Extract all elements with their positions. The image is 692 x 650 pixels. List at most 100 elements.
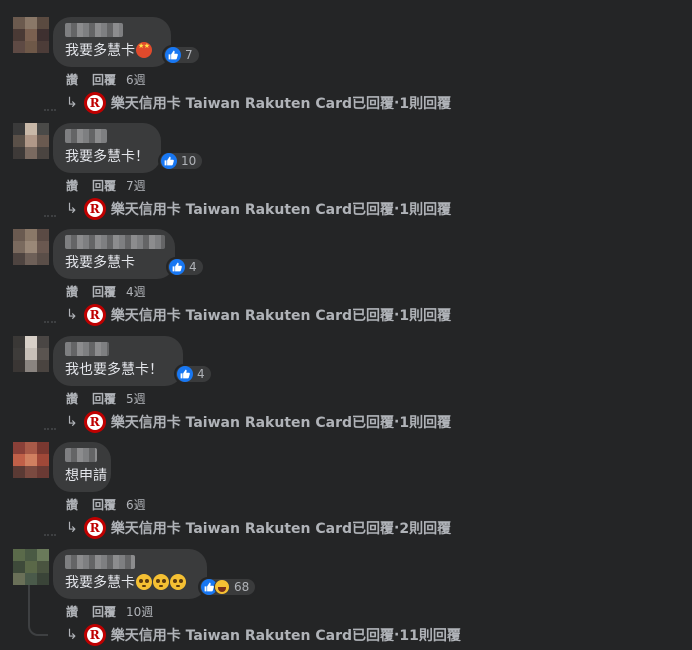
thread-connector xyxy=(44,428,56,430)
reply-button[interactable]: 回覆 xyxy=(92,283,116,300)
reply-button[interactable]: 回覆 xyxy=(92,496,116,513)
comment-text-body: 我要多慧卡 xyxy=(65,255,135,271)
reaction-count: 7 xyxy=(185,48,193,62)
comment-text-body: 我要多慧卡！ xyxy=(65,149,149,165)
view-replies-link[interactable]: ↳ R 樂天信用卡 Taiwan Rakuten Card 已回覆 · 11則回覆 xyxy=(66,623,461,647)
like-reaction-icon xyxy=(161,153,177,169)
commenter-name-blurred[interactable] xyxy=(65,23,123,37)
comment-actions: 讚回覆 7週 xyxy=(66,177,146,194)
like-button[interactable]: 讚 xyxy=(66,177,78,194)
comment-actions: 讚回覆 4週 xyxy=(66,283,146,300)
comment-text: 我要多慧卡 xyxy=(65,254,163,272)
view-replies-link[interactable]: ↳ R 樂天信用卡 Taiwan Rakuten Card 已回覆 · 1則回覆 xyxy=(66,197,451,221)
comment-item: 我要多慧卡 68 讚回覆 10週 ↳ R 樂天信用卡 Taiwan Rakuten Card… xyxy=(0,549,692,650)
reply-count: 1則回覆 xyxy=(399,415,452,431)
avatar[interactable] xyxy=(13,442,49,478)
reply-arrow-icon: ↳ xyxy=(66,414,78,430)
comment-actions: 讚回覆 6週 xyxy=(66,71,146,88)
rakuten-card-avatar-icon: R xyxy=(83,198,106,220)
comment-text: 我要多慧卡 xyxy=(65,574,195,592)
comment-actions: 讚回覆 10週 xyxy=(66,603,153,620)
pleading-face-emoji-icon xyxy=(153,574,169,590)
comment-text-body: 我要多慧卡 xyxy=(65,575,135,591)
avatar[interactable] xyxy=(13,549,49,585)
rakuten-card-avatar-icon: R xyxy=(83,304,106,326)
reaction-summary[interactable]: 4 xyxy=(166,257,205,277)
avatar[interactable] xyxy=(13,229,49,265)
like-button[interactable]: 讚 xyxy=(66,71,78,88)
view-replies-link[interactable]: ↳ R 樂天信用卡 Taiwan Rakuten Card 已回覆 · 1則回覆 xyxy=(66,303,451,327)
comment-timestamp[interactable]: 5週 xyxy=(126,390,146,407)
like-reaction-icon xyxy=(177,366,193,382)
thread-connector xyxy=(44,109,56,111)
reply-arrow-icon: ↳ xyxy=(66,201,78,217)
reply-count: 1則回覆 xyxy=(399,96,452,112)
commenter-name-blurred[interactable] xyxy=(65,448,97,462)
commenter-name-blurred[interactable] xyxy=(65,129,107,143)
comment-timestamp[interactable]: 6週 xyxy=(126,496,146,513)
pleading-face-emoji-icon xyxy=(170,574,186,590)
rakuten-card-avatar-icon: R xyxy=(83,411,106,433)
replied-label: 已回覆 xyxy=(352,415,395,431)
comment-timestamp[interactable]: 6週 xyxy=(126,71,146,88)
comment-item: 我也要多慧卡！ 4 讚回覆 5週 ↳ R 樂天信用卡 Taiwan Rakuten Card… xyxy=(0,336,692,442)
view-replies-link[interactable]: ↳ R 樂天信用卡 Taiwan Rakuten Card 已回覆 · 2則回覆 xyxy=(66,516,451,540)
commenter-name-blurred[interactable] xyxy=(65,555,135,569)
avatar[interactable] xyxy=(13,336,49,372)
reply-button[interactable]: 回覆 xyxy=(92,390,116,407)
comment-text: 想申請 xyxy=(65,467,107,485)
reply-arrow-icon: ↳ xyxy=(66,95,78,111)
reaction-summary[interactable]: 7 xyxy=(162,45,201,65)
comment-actions: 讚回覆 6週 xyxy=(66,496,146,513)
view-replies-link[interactable]: ↳ R 樂天信用卡 Taiwan Rakuten Card 已回覆 · 1則回覆 xyxy=(66,410,451,434)
reaction-count: 4 xyxy=(189,260,197,274)
comment-timestamp[interactable]: 7週 xyxy=(126,177,146,194)
comment-bubble: 我要多慧卡！ xyxy=(53,123,161,173)
like-button[interactable]: 讚 xyxy=(66,390,78,407)
reaction-summary[interactable]: 68 xyxy=(198,577,258,597)
reaction-count: 10 xyxy=(181,154,197,168)
haha-reaction-icon xyxy=(214,579,230,595)
comment-item: 我要多慧卡 7 讚回覆 6週 ↳ R 樂天信用卡 Taiwan Rakuten Card已回… xyxy=(0,17,692,123)
comment-text-body: 我要多慧卡 xyxy=(65,43,135,59)
reply-button[interactable]: 回覆 xyxy=(92,177,116,194)
reply-count: 11則回覆 xyxy=(399,628,461,644)
view-replies-link[interactable]: ↳ R 樂天信用卡 Taiwan Rakuten Card 已回覆 · 1則回覆 xyxy=(66,91,451,115)
thread-connector xyxy=(44,534,56,536)
comment-text: 我要多慧卡！ xyxy=(65,148,149,166)
replied-label: 已回覆 xyxy=(352,202,395,218)
page-name: 樂天信用卡 Taiwan Rakuten Card xyxy=(110,202,353,218)
thread-connector xyxy=(44,321,56,323)
rakuten-logo-letter: R xyxy=(89,96,100,110)
rakuten-logo-letter: R xyxy=(89,202,100,216)
rakuten-logo-letter: R xyxy=(89,415,100,429)
reply-arrow-icon: ↳ xyxy=(66,307,78,323)
comment-text: 我要多慧卡 xyxy=(65,42,159,60)
like-button[interactable]: 讚 xyxy=(66,283,78,300)
avatar[interactable] xyxy=(13,17,49,53)
reply-button[interactable]: 回覆 xyxy=(92,603,116,620)
reaction-summary[interactable]: 10 xyxy=(158,151,205,171)
reply-count: 1則回覆 xyxy=(399,308,452,324)
comment-timestamp[interactable]: 10週 xyxy=(126,603,153,620)
comment-item: 想申請讚回覆 6週 ↳ R 樂天信用卡 Taiwan Rakuten Card 已回覆 ·… xyxy=(0,442,692,548)
commenter-name-blurred[interactable] xyxy=(65,342,109,356)
reaction-count: 4 xyxy=(197,367,205,381)
replied-label: 已回覆 xyxy=(352,628,395,644)
page-name: 樂天信用卡 Taiwan Rakuten Card xyxy=(110,628,353,644)
commenter-name-blurred[interactable] xyxy=(65,235,165,249)
like-reaction-icon xyxy=(165,47,181,63)
comment-bubble: 我要多慧卡 xyxy=(53,549,207,599)
reply-button[interactable]: 回覆 xyxy=(92,71,116,88)
comment-text-body: 我也要多慧卡！ xyxy=(65,362,163,378)
reaction-count: 68 xyxy=(234,580,250,594)
comment-timestamp[interactable]: 4週 xyxy=(126,283,146,300)
reaction-summary[interactable]: 4 xyxy=(174,364,213,384)
avatar[interactable] xyxy=(13,123,49,159)
replied-label: 已回覆 xyxy=(352,521,395,537)
like-button[interactable]: 讚 xyxy=(66,496,78,513)
rakuten-logo-letter: R xyxy=(89,521,100,535)
like-button[interactable]: 讚 xyxy=(66,603,78,620)
thread-connector xyxy=(44,215,56,217)
reply-arrow-icon: ↳ xyxy=(66,520,78,536)
